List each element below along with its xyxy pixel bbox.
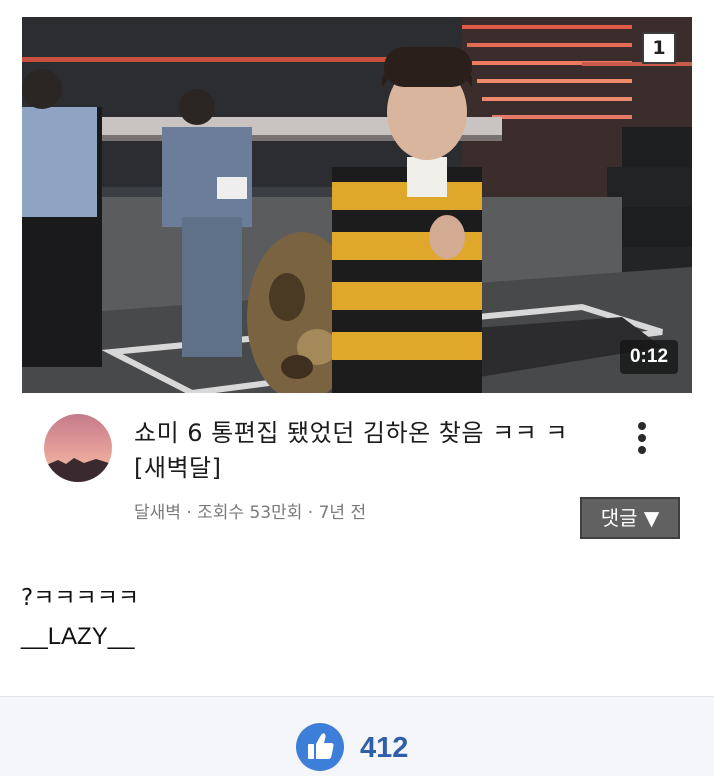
video-thumbnail[interactable]: 1 0:12 [22, 17, 692, 393]
thumbs-up-icon [308, 733, 334, 759]
video-meta: 달새벽 · 조회수 53만회 · 7년 전 [134, 503, 367, 523]
post-author-signature: __LAZY__ [21, 623, 135, 650]
video-thumbnail-image [22, 17, 692, 393]
like-button[interactable] [296, 723, 344, 771]
like-bar [0, 696, 714, 776]
channel-avatar-sunset [44, 414, 112, 482]
like-count: 412 [360, 732, 409, 764]
channel-avatar[interactable] [44, 414, 112, 482]
comments-toggle-button[interactable]: 댓글 ▼ [580, 497, 680, 539]
post-body: 1 0:12 쇼미 6 통편집 됐었던 김하온 찾음 ㅋㅋ ㅋ [새벽달] 달새… [0, 0, 714, 696]
more-options-icon[interactable] [628, 420, 656, 456]
video-title[interactable]: 쇼미 6 통편집 됐었던 김하온 찾음 ㅋㅋ ㅋ [새벽달] [134, 416, 604, 486]
video-duration: 0:12 [620, 340, 678, 374]
video-index-badge: 1 [642, 32, 676, 64]
post-text-line: ?ㅋㅋㅋㅋㅋ [21, 585, 140, 611]
